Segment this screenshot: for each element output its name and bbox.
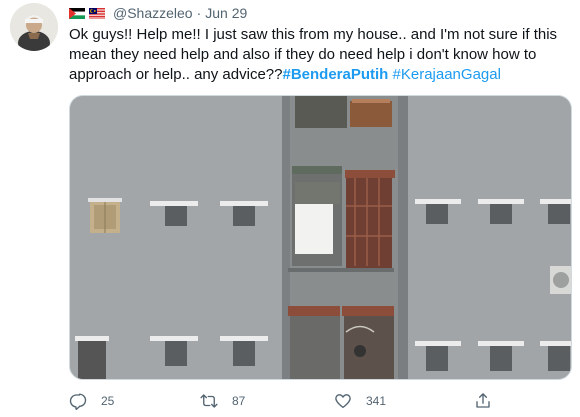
tweet[interactable]: @Shazzeleo · Jun 29 Ok guys!! Help me!! … xyxy=(0,0,580,417)
reply-icon xyxy=(69,393,87,410)
retweet-count: 87 xyxy=(232,394,246,408)
retweet-button[interactable]: 87 xyxy=(200,392,245,410)
palestine-flag-icon xyxy=(69,7,85,19)
malaysia-flag-icon xyxy=(89,7,105,19)
tweet-date[interactable]: Jun 29 xyxy=(205,5,247,21)
user-handle[interactable]: @Shazzeleo xyxy=(113,5,193,21)
hashtag-kerajaangagal[interactable]: #KerajaanGagal xyxy=(393,66,501,83)
hashtag-benderaputih[interactable]: #BenderaPutih xyxy=(282,66,388,83)
reply-button[interactable]: 25 xyxy=(69,392,114,410)
share-icon xyxy=(476,393,490,408)
reply-count: 25 xyxy=(101,394,115,408)
tweet-text: Ok guys!! Help me!! I just saw this from… xyxy=(69,25,567,85)
avatar[interactable] xyxy=(10,3,58,51)
tweet-header: @Shazzeleo · Jun 29 xyxy=(69,4,247,22)
building-photo xyxy=(70,96,571,379)
retweet-icon xyxy=(200,394,218,408)
like-button[interactable]: 341 xyxy=(334,392,386,410)
like-count: 341 xyxy=(366,394,387,408)
share-button[interactable] xyxy=(474,392,492,410)
separator-dot: · xyxy=(196,5,202,21)
tweet-actions: 25 87 341 xyxy=(69,392,569,414)
heart-icon xyxy=(335,394,351,409)
tweet-photo[interactable] xyxy=(69,95,572,380)
